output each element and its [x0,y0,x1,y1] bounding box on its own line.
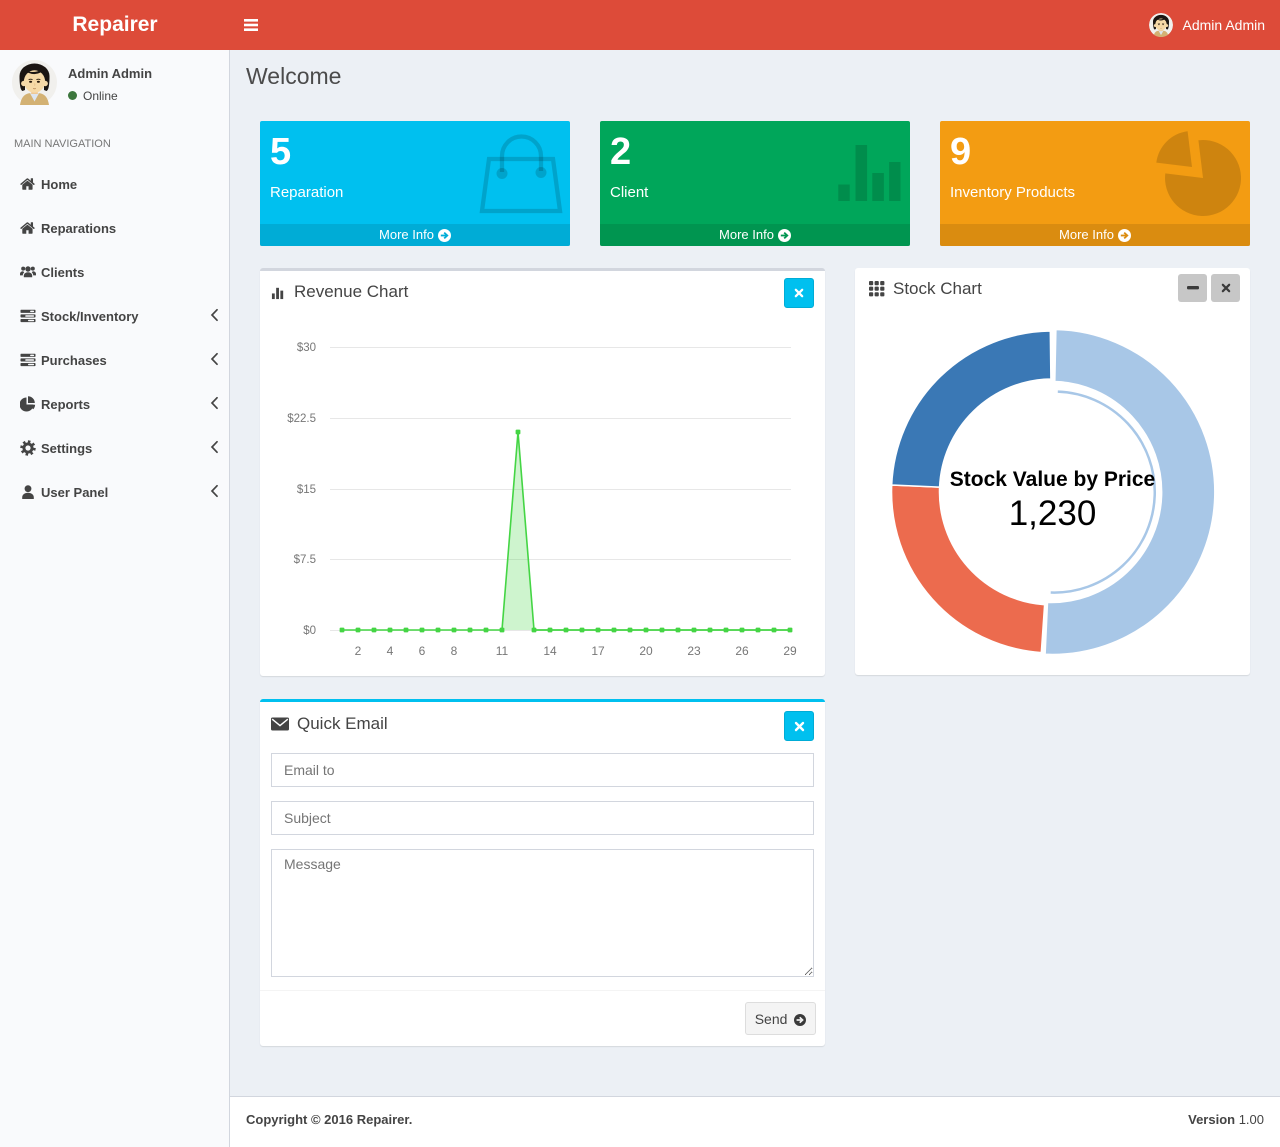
svg-text:6: 6 [419,644,426,658]
svg-text:8: 8 [451,644,458,658]
svg-text:26: 26 [735,644,749,658]
svg-text:$0: $0 [303,625,316,637]
svg-text:29: 29 [783,644,797,658]
svg-text:Stock Value by Price: Stock Value by Price [950,468,1155,491]
svg-text:23: 23 [687,644,701,658]
svg-text:20: 20 [639,644,653,658]
svg-text:$30: $30 [297,342,316,354]
svg-text:11: 11 [496,644,509,658]
svg-text:14: 14 [543,644,557,658]
svg-text:4: 4 [387,644,394,658]
svg-text:$7.5: $7.5 [294,554,316,566]
svg-text:2: 2 [355,644,362,658]
svg-text:1,230: 1,230 [1009,494,1097,533]
svg-text:$22.5: $22.5 [287,413,316,425]
svg-text:$15: $15 [297,484,316,496]
svg-text:17: 17 [591,644,605,658]
